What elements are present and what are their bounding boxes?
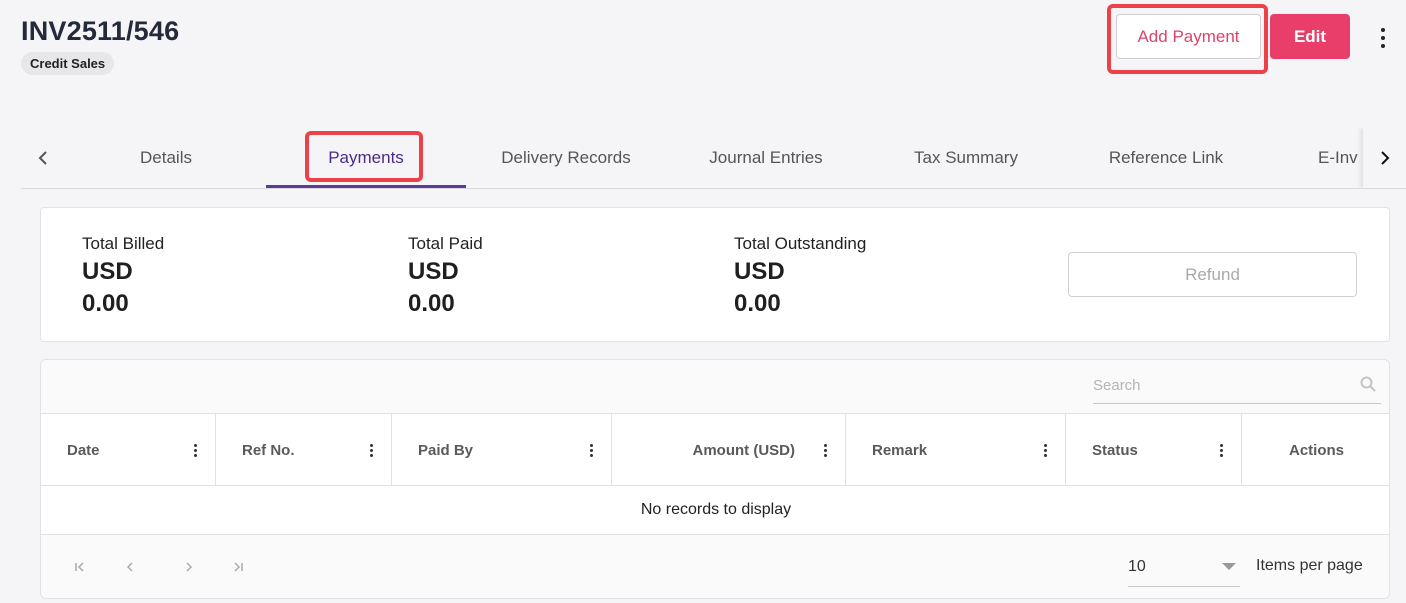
total-billed-amount: 0.00	[82, 290, 129, 317]
total-outstanding-label: Total Outstanding	[734, 234, 867, 253]
total-outstanding-currency: USD	[734, 258, 785, 285]
column-menu-icon[interactable]	[815, 440, 835, 460]
more-options-icon[interactable]	[1370, 24, 1396, 52]
first-page-icon[interactable]	[66, 553, 94, 581]
column-menu-icon[interactable]	[1035, 440, 1055, 460]
column-header-date[interactable]: Date	[41, 414, 216, 486]
column-menu-icon[interactable]	[581, 440, 601, 460]
column-header-actions: Actions	[1288, 441, 1344, 459]
tab-journal-entries[interactable]: Journal Entries	[666, 128, 866, 188]
invoice-payments-page: INV2511/546 Credit Sales Add Payment Edi…	[0, 0, 1406, 603]
last-page-icon[interactable]	[224, 553, 252, 581]
total-billed-currency: USD	[82, 258, 133, 285]
active-tab-indicator	[266, 185, 466, 188]
column-header-paid-by[interactable]: Paid By	[392, 414, 612, 486]
empty-grid-message: No records to display	[41, 486, 1389, 535]
column-header-remark[interactable]: Remark	[846, 414, 1066, 486]
tab-delivery-records[interactable]: Delivery Records	[466, 128, 666, 188]
page-size-select[interactable]: 10	[1128, 547, 1240, 587]
chevron-down-icon	[1222, 563, 1236, 570]
page-size-value: 10	[1128, 557, 1146, 575]
next-page-icon[interactable]	[175, 553, 203, 581]
column-menu-icon[interactable]	[361, 440, 381, 460]
column-menu-icon[interactable]	[1211, 440, 1231, 460]
total-billed-block: Total Billed USD 0.00	[82, 234, 164, 318]
tab-scroll-right-icon[interactable]	[1363, 128, 1406, 188]
column-header-ref-no[interactable]: Ref No.	[216, 414, 392, 486]
column-header-amount[interactable]: Amount (USD)	[612, 414, 846, 486]
sales-type-badge: Credit Sales	[21, 52, 115, 75]
total-paid-label: Total Paid	[408, 234, 483, 253]
total-paid-currency: USD	[408, 258, 459, 285]
refund-button[interactable]: Refund	[1068, 252, 1357, 297]
grid-header-row: Date Ref No. Paid By Amount (USD) Remark…	[41, 414, 1389, 486]
previous-page-icon[interactable]	[116, 553, 144, 581]
total-outstanding-block: Total Outstanding USD 0.00	[734, 234, 866, 318]
search-box	[1093, 368, 1381, 404]
total-billed-label: Total Billed	[82, 234, 165, 253]
column-header-status[interactable]: Status	[1066, 414, 1242, 486]
grid-toolbar	[41, 360, 1389, 414]
items-per-page-label: Items per page	[1256, 557, 1363, 574]
total-paid-block: Total Paid USD 0.00	[408, 234, 483, 318]
tab-details[interactable]: Details	[66, 128, 266, 188]
tab-scroll-left-icon[interactable]	[21, 128, 65, 188]
search-icon[interactable]	[1359, 375, 1377, 393]
column-menu-icon[interactable]	[185, 440, 205, 460]
tab-reference-link[interactable]: Reference Link	[1066, 128, 1266, 188]
total-outstanding-amount: 0.00	[734, 290, 781, 317]
tab-payments[interactable]: Payments	[266, 128, 466, 188]
edit-button[interactable]: Edit	[1270, 14, 1350, 59]
payment-summary-card: Total Billed USD 0.00 Total Paid USD 0.0…	[40, 207, 1390, 342]
invoice-number-title: INV2511/546	[21, 16, 180, 46]
tab-tax-summary[interactable]: Tax Summary	[866, 128, 1066, 188]
total-paid-amount: 0.00	[408, 290, 455, 317]
add-payment-button[interactable]: Add Payment	[1116, 14, 1261, 59]
search-input[interactable]	[1093, 368, 1353, 402]
grid-pager: 10 Items per page	[41, 535, 1389, 598]
tab-bar: Details Payments Delivery Records Journa…	[21, 128, 1406, 189]
payments-grid: Date Ref No. Paid By Amount (USD) Remark…	[40, 359, 1390, 599]
